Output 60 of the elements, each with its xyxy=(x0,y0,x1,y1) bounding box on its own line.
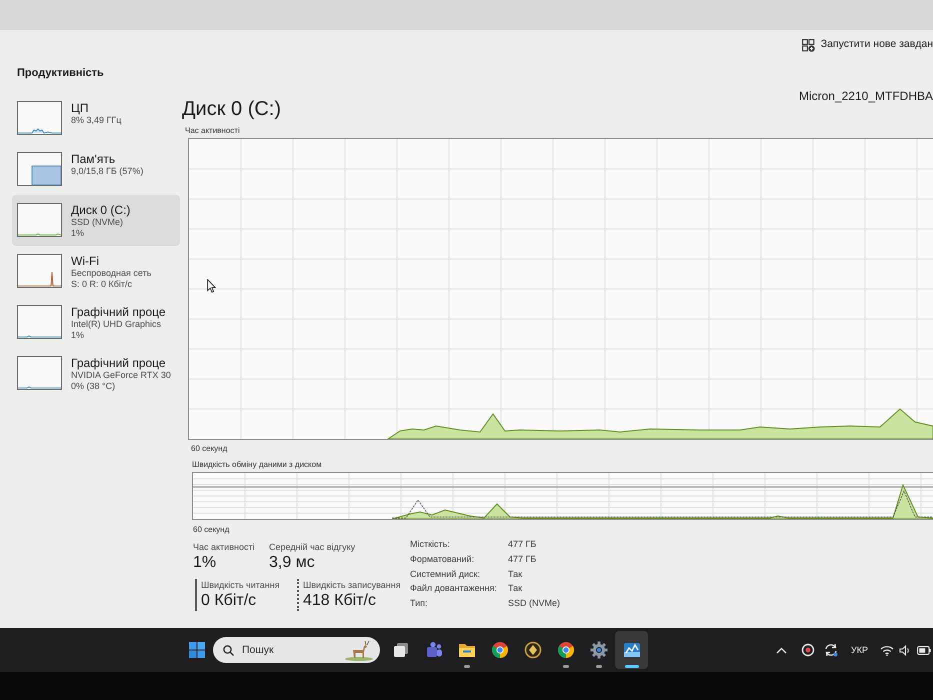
property-label: Файл довантаження: xyxy=(410,582,497,596)
disk-model: Micron_2210_MTFDHBA xyxy=(798,89,933,103)
sidebar-item[interactable]: Диск 0 (C:) SSD (NVMe) 1% xyxy=(12,195,180,246)
chevron-up-icon[interactable] xyxy=(776,646,788,654)
people-icon xyxy=(424,641,442,659)
property-value: SSD (NVMe) xyxy=(508,597,560,610)
overlapping-squares-icon xyxy=(392,641,410,659)
browser-icon xyxy=(490,641,508,659)
sidebar-item[interactable]: Графічний проце NVIDIA GeForce RTX 30 0% (38 °C) xyxy=(12,348,180,399)
section-title: Продуктивність xyxy=(16,66,105,80)
search-icon xyxy=(223,644,234,656)
stat-label: Час активності xyxy=(193,541,255,553)
speaker-icon[interactable] xyxy=(899,644,911,656)
sidebar-item[interactable]: Wi-Fi Беспроводная сеть S: 0 R: 0 Кбіт/с xyxy=(12,246,180,297)
property-label: Тип: xyxy=(410,597,428,610)
stat-label: Середній час відгуку xyxy=(269,541,356,553)
stat-value: 1% xyxy=(193,553,216,573)
mini-graph-drawing xyxy=(17,356,62,390)
mini-graph-drawing xyxy=(17,203,62,237)
mini-graph-drawing xyxy=(17,254,62,288)
search-field[interactable]: Пошук xyxy=(213,637,380,663)
cursor-icon xyxy=(207,279,216,293)
sync-icon[interactable] xyxy=(823,643,840,657)
ring-icon[interactable] xyxy=(801,643,816,657)
time-axis-label: 60 секунд xyxy=(191,444,228,454)
deer-icon xyxy=(344,639,374,661)
language-indicator[interactable]: УКР xyxy=(851,644,868,656)
mini-graph-drawing xyxy=(17,305,62,339)
property-label: Системний диск: xyxy=(410,568,480,581)
stat-value: 3,9 мс xyxy=(269,553,315,573)
gear-icon xyxy=(590,641,608,659)
run-new-task-button[interactable]: Запустити нове завдан xyxy=(798,33,933,57)
disk-title: Диск 0 (C:) xyxy=(182,97,282,121)
stat-value: 0 Кбіт/с xyxy=(201,591,256,611)
stat-label: Швидкість записування xyxy=(303,579,401,591)
property-label: Місткість: xyxy=(410,538,450,551)
battery-icon[interactable] xyxy=(917,646,931,654)
browser-icon xyxy=(556,641,574,659)
property-value: Так xyxy=(508,568,522,581)
stat-value: 418 Кбіт/с xyxy=(303,591,376,611)
new-task-icon xyxy=(802,38,815,52)
chart-label: Швидкість обміну даними з диском xyxy=(192,460,322,470)
sidebar-item[interactable]: Графічний проце Intel(R) UHD Graphics 1% xyxy=(12,297,180,348)
property-value: 477 ГБ xyxy=(508,552,536,566)
stat-label: Швидкість читання xyxy=(201,579,280,591)
property-value: Так xyxy=(508,582,522,596)
time-axis-label: 60 секунд xyxy=(193,525,230,535)
folder-icon xyxy=(458,641,476,659)
mini-graph-drawing xyxy=(17,101,62,135)
wifi-icon[interactable] xyxy=(880,644,894,656)
property-value: 477 ГБ xyxy=(508,538,536,551)
four-squares-icon xyxy=(188,642,204,658)
property-label: Форматований: xyxy=(410,552,474,566)
mini-graph-drawing xyxy=(17,152,62,186)
taskbar-button[interactable] xyxy=(615,631,648,669)
sidebar-item[interactable]: ЦП 8% 3,49 ГГц xyxy=(12,93,180,144)
chart-icon xyxy=(622,641,640,659)
chart-label: Час активності xyxy=(185,126,240,136)
sidebar-item[interactable]: Пам'ять 9,0/15,8 ГБ (57%) xyxy=(12,144,180,195)
emblem-icon xyxy=(524,641,542,659)
